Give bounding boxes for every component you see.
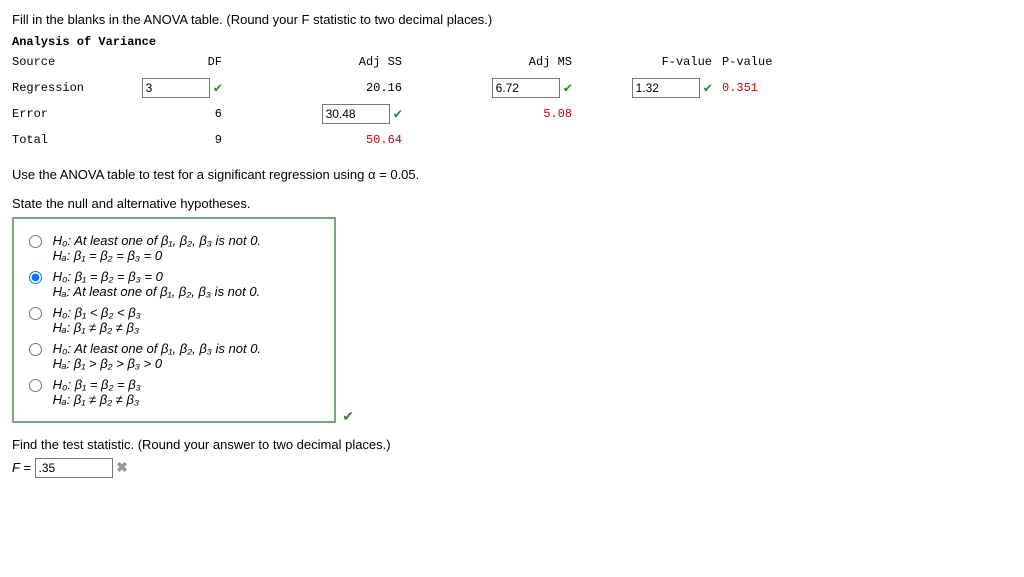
opt3-h0: H₀: β₁ < β₂ < β₃ xyxy=(53,305,141,320)
row-total: Total 9 50.64 xyxy=(12,127,1012,153)
hdr-source: Source xyxy=(12,55,122,69)
hdr-adjss: Adj SS xyxy=(262,55,412,69)
radio-option-1[interactable] xyxy=(29,235,42,248)
opt5-h0: H₀: β₁ = β₂ = β₃ xyxy=(53,377,141,392)
opt5-ha: Hₐ: β₁ ≠ β₂ ≠ β₃ xyxy=(53,392,139,407)
radio-option-4[interactable] xyxy=(29,343,42,356)
label-total: Total xyxy=(12,133,122,147)
opt2-h0: H₀: β₁ = β₂ = β₃ = 0 xyxy=(53,269,163,284)
check-icon: ✔ xyxy=(704,80,712,97)
opt2-ha: Hₐ: At least one of β₁, β₂, β₃ is not 0. xyxy=(53,284,261,299)
opt3-ha: Hₐ: β₁ ≠ β₂ ≠ β₃ xyxy=(53,320,139,335)
input-f-statistic[interactable] xyxy=(35,458,113,478)
radio-option-2[interactable] xyxy=(29,271,42,284)
anova-subtitle: Analysis of Variance xyxy=(12,35,1012,49)
hypothesis-options: H₀: At least one of β₁, β₂, β₃ is not 0.… xyxy=(12,217,336,423)
opt4-h0: H₀: At least one of β₁, β₂, β₃ is not 0. xyxy=(53,341,261,356)
input-regression-adjms[interactable] xyxy=(492,78,560,98)
anova-header-row: Source DF Adj SS Adj MS F-value P-value xyxy=(12,49,1012,75)
hdr-pvalue: P-value xyxy=(722,55,802,69)
opt1-h0: H₀: At least one of β₁, β₂, β₃ is not 0. xyxy=(53,233,261,248)
val-total-df: 9 xyxy=(215,133,222,147)
hdr-adjms: Adj MS xyxy=(412,55,582,69)
label-regression: Regression xyxy=(12,81,122,95)
check-icon: ✔ xyxy=(564,80,572,97)
instruction-4: Find the test statistic. (Round your ans… xyxy=(12,437,1012,452)
check-icon: ✔ xyxy=(342,408,354,425)
row-error: Error 6 ✔ 5.08 xyxy=(12,101,1012,127)
radio-option-5[interactable] xyxy=(29,379,42,392)
hdr-fvalue: F-value xyxy=(582,55,722,69)
f-label: F = xyxy=(12,460,35,475)
instruction-2: Use the ANOVA table to test for a signif… xyxy=(12,167,1012,182)
hdr-df: DF xyxy=(122,55,262,69)
cross-icon: ✖ xyxy=(116,459,128,475)
check-icon: ✔ xyxy=(394,106,402,123)
label-error: Error xyxy=(12,107,122,121)
opt1-ha: Hₐ: β₁ = β₂ = β₃ = 0 xyxy=(53,248,162,263)
val-error-df: 6 xyxy=(215,107,222,121)
row-regression: Regression ✔ 20.16 ✔ ✔ 0.351 xyxy=(12,75,1012,101)
val-regression-pvalue: 0.351 xyxy=(722,81,802,95)
input-error-adjss[interactable] xyxy=(322,104,390,124)
check-icon: ✔ xyxy=(214,80,222,97)
val-regression-adjss: 20.16 xyxy=(366,81,402,95)
input-regression-fvalue[interactable] xyxy=(632,78,700,98)
val-error-adjms: 5.08 xyxy=(543,107,572,121)
instruction-1: Fill in the blanks in the ANOVA table. (… xyxy=(12,12,1012,27)
opt4-ha: Hₐ: β₁ > β₂ > β₃ > 0 xyxy=(53,356,162,371)
instruction-3: State the null and alternative hypothese… xyxy=(12,196,1012,211)
radio-option-3[interactable] xyxy=(29,307,42,320)
input-regression-df[interactable] xyxy=(142,78,210,98)
val-total-adjss: 50.64 xyxy=(366,133,402,147)
